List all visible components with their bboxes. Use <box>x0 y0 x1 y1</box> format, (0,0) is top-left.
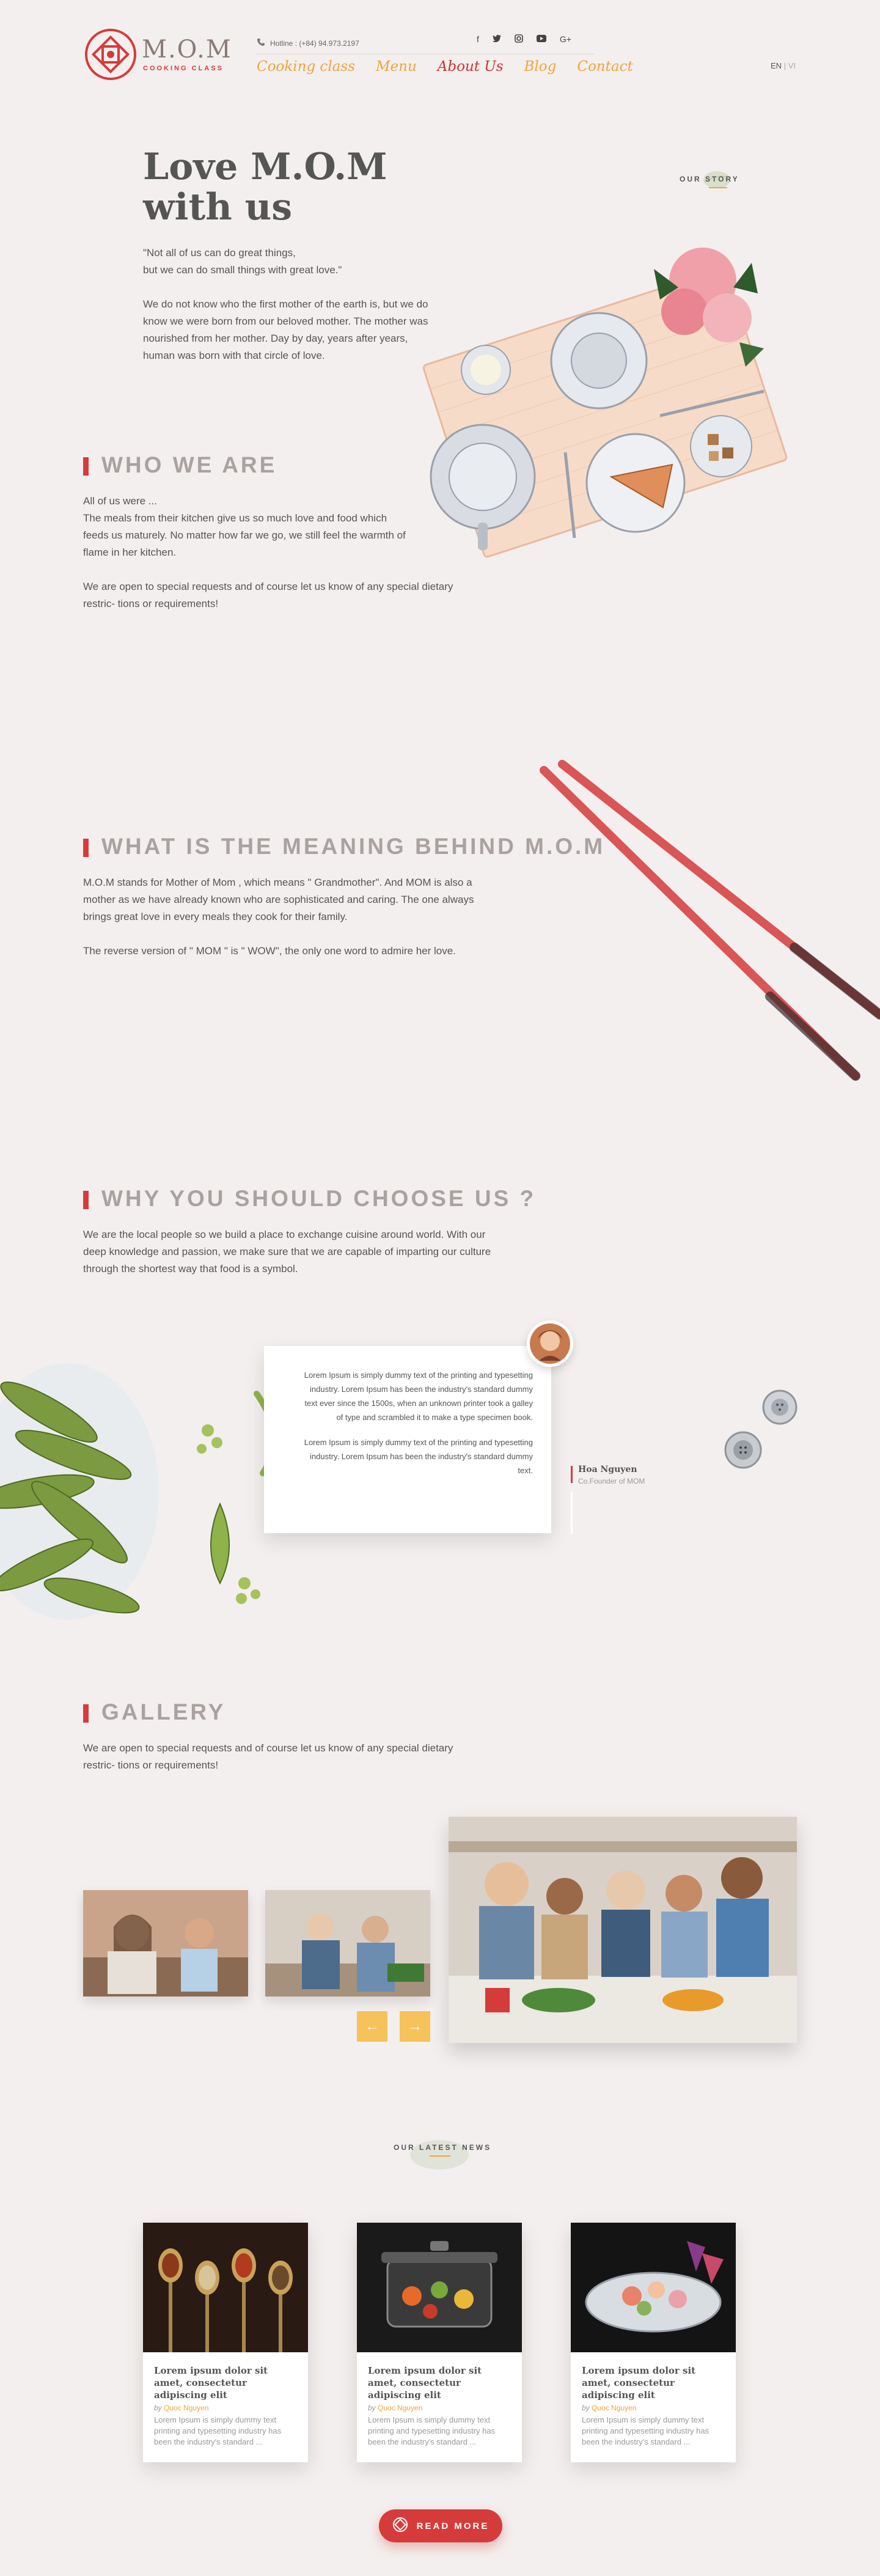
title-line-2: with us <box>143 186 293 229</box>
gallery-body: We are open to special requests and of c… <box>83 1742 453 1771</box>
gallery-featured-photo[interactable] <box>449 1817 797 2043</box>
logo-knot-icon[interactable] <box>84 28 137 81</box>
nav-cooking-class[interactable]: Cooking class <box>257 59 355 75</box>
who-we-are-body: All of us were ... The meals from their … <box>83 493 453 613</box>
meaning-body: M.O.M stands for Mother of Mom , which m… <box>83 874 499 960</box>
hotline-text: Hotline : (+84) 94.973.2197 <box>270 39 359 48</box>
lang-separator: | <box>783 61 787 70</box>
google-plus-icon[interactable]: G+ <box>560 34 571 45</box>
gallery-accent <box>83 1704 89 1723</box>
meaning-p2: The reverse version of " MOM " is " WOW"… <box>83 945 456 957</box>
news-card-excerpt: Lorem Ipsum is simply dummy text printin… <box>368 2415 496 2446</box>
news-card-author: by Quoc Nguyen <box>154 2404 297 2412</box>
story-underline <box>709 187 727 188</box>
youtube-icon[interactable] <box>536 34 546 45</box>
read-more-label: READ MORE <box>416 2520 490 2531</box>
gallery-thumb-2[interactable] <box>265 1890 430 1996</box>
gallery-prev-button[interactable]: ← <box>357 2011 387 2042</box>
avatar <box>527 1320 573 1367</box>
nav-menu[interactable]: Menu <box>376 59 417 75</box>
news-card-author-name[interactable]: Quoc Nguyen <box>592 2404 636 2412</box>
logo-subtitle: COOKING CLASS <box>143 65 224 72</box>
page-title: Love M.O.M with us <box>143 147 400 227</box>
testimonial-author-name: Hoa Nguyen <box>578 1465 637 1474</box>
news-card-title[interactable]: Lorem ipsum dolor sit amet, consectetur … <box>582 2364 725 2401</box>
logo-wordmark[interactable]: M.O.M <box>142 35 232 64</box>
main-nav: Cooking class Menu About Us Blog Contact <box>257 59 633 75</box>
tea-table-illustration <box>422 220 801 599</box>
hero-quote: "Not all of us can do great things, but … <box>143 245 449 279</box>
news-image-cookware <box>357 2223 522 2352</box>
language-switcher: EN | VI <box>771 61 796 70</box>
quote-line-1: "Not all of us can do great things, <box>143 247 296 259</box>
hotline[interactable]: Hotline : (+84) 94.973.2197 <box>257 38 359 48</box>
news-card-author: by Quoc Nguyen <box>582 2404 725 2412</box>
news-card[interactable]: Lorem ipsum dolor sit amet, consectetur … <box>571 2223 736 2462</box>
social-links: f G+ <box>477 34 571 45</box>
news-card-author: by Quoc Nguyen <box>368 2404 511 2412</box>
pepper-shaker-illustration <box>724 1430 763 1470</box>
news-image-spoons <box>143 2223 308 2352</box>
news-card-title[interactable]: Lorem ipsum dolor sit amet, consectetur … <box>154 2364 297 2401</box>
news-card-author-name[interactable]: Quoc Nguyen <box>164 2404 208 2412</box>
chopsticks-illustration <box>538 758 880 1125</box>
arrow-left-icon: ← <box>365 2018 380 2034</box>
why-body: We are the local people so we build a pl… <box>83 1229 491 1275</box>
peas-illustration <box>0 1327 281 1657</box>
gallery-thumb-1[interactable] <box>83 1890 248 1996</box>
news-card-by: by <box>582 2404 590 2412</box>
testimonial-p1: Lorem Ipsum is simply dummy text of the … <box>304 1371 533 1422</box>
arrow-right-icon: → <box>408 2018 422 2034</box>
hero-body: We do not know who the first mother of t… <box>143 298 428 361</box>
news-section-label: OUR LATEST NEWS <box>394 2143 492 2152</box>
gallery-next-button[interactable]: → <box>400 2011 430 2042</box>
who-we-are-title: WHO WE ARE <box>101 452 277 477</box>
meaning-p1: M.O.M stands for Mother of Mom , which m… <box>83 877 474 922</box>
testimonial-author-role: Co.Founder of MOM <box>578 1477 645 1485</box>
salt-shaker-illustration <box>761 1389 798 1426</box>
phone-icon <box>257 38 265 48</box>
facebook-icon[interactable]: f <box>477 34 479 45</box>
news-card[interactable]: Lorem ipsum dolor sit amet, consectetur … <box>357 2223 522 2462</box>
testimonial-dots <box>571 1492 573 1534</box>
who-p2: The meals from their kitchen give us so … <box>83 512 406 558</box>
testimonial-text: Lorem Ipsum is simply dummy text of the … <box>303 1368 533 1478</box>
gallery-title: GALLERY <box>101 1699 226 1724</box>
title-line-1: Love M.O.M <box>143 145 387 188</box>
news-label-underline <box>430 2155 450 2157</box>
news-image-seafood-platter <box>571 2223 736 2352</box>
testimonial-p2: Lorem Ipsum is simply dummy text of the … <box>304 1438 533 1475</box>
news-card-title[interactable]: Lorem ipsum dolor sit amet, consectetur … <box>368 2364 511 2401</box>
news-card-excerpt: Lorem Ipsum is simply dummy text printin… <box>154 2415 282 2446</box>
our-story-label: OUR STORY <box>680 175 739 183</box>
news-leaf-illustration <box>406 2133 473 2176</box>
lang-en[interactable]: EN <box>771 61 782 70</box>
quote-line-2: but we can do small things with great lo… <box>143 264 342 276</box>
news-card-author-name[interactable]: Quoc Nguyen <box>378 2404 422 2412</box>
why-title: WHY YOU SHOULD CHOOSE US ? <box>101 1186 537 1211</box>
instagram-icon[interactable] <box>515 34 523 45</box>
meaning-title: WHAT IS THE MEANING BEHIND M.O.M <box>101 834 606 859</box>
testimonial-card: Lorem Ipsum is simply dummy text of the … <box>264 1346 551 1533</box>
news-card-excerpt: Lorem Ipsum is simply dummy text printin… <box>582 2415 710 2446</box>
twitter-icon[interactable] <box>492 34 501 45</box>
who-p3: We are open to special requests and of c… <box>83 581 453 609</box>
nav-contact[interactable]: Contact <box>577 59 632 75</box>
news-card-by: by <box>154 2404 162 2412</box>
testimonial-author-accent <box>571 1466 573 1483</box>
nav-blog[interactable]: Blog <box>524 59 557 75</box>
why-accent <box>83 1191 89 1209</box>
read-more-button[interactable]: READ MORE <box>379 2509 502 2542</box>
meaning-accent <box>83 839 89 857</box>
who-we-are-accent <box>83 457 89 476</box>
lang-vi[interactable]: VI <box>788 61 796 70</box>
nav-about-us[interactable]: About Us <box>438 59 504 75</box>
news-card-by: by <box>368 2404 376 2412</box>
who-p1: All of us were ... <box>83 495 157 507</box>
news-card[interactable]: Lorem ipsum dolor sit amet, consectetur … <box>143 2223 308 2462</box>
logo-knot-icon <box>392 2517 408 2535</box>
